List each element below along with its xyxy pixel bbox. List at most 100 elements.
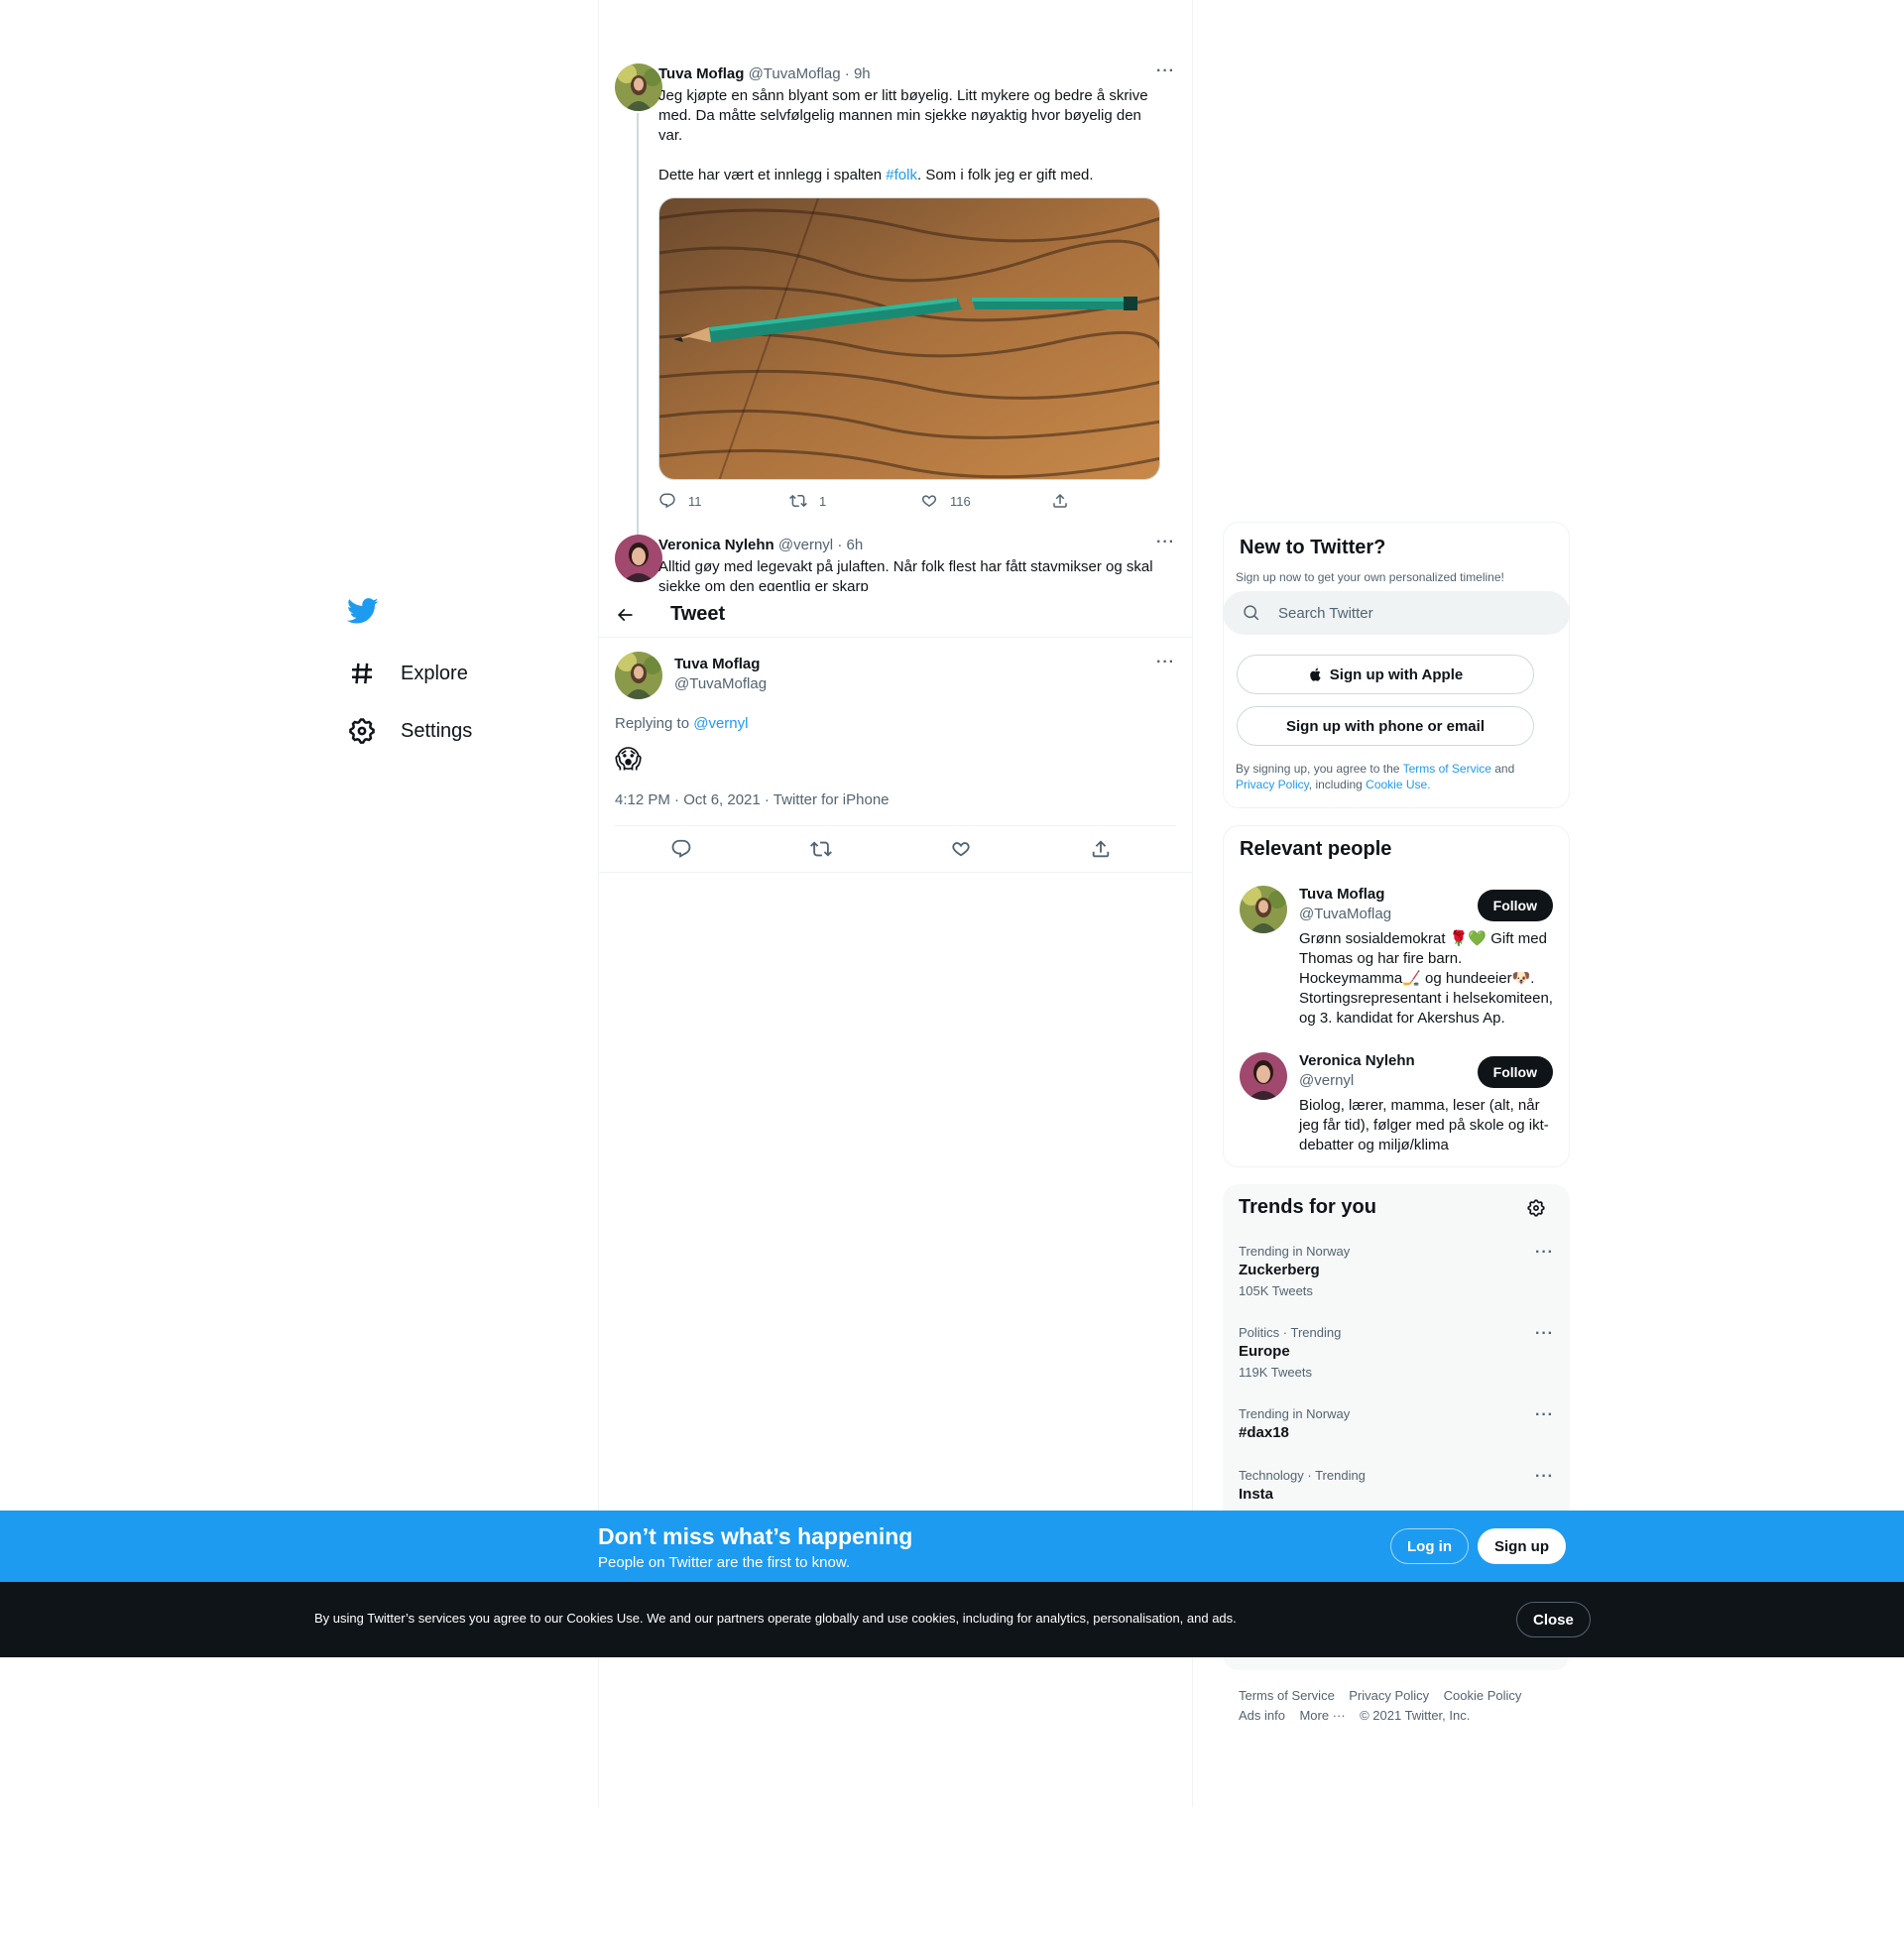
signup-apple-button[interactable]: Sign up with Apple [1237, 655, 1534, 694]
person-handle[interactable]: @TuvaMoflag [1299, 906, 1391, 922]
footer-terms-link[interactable]: Terms of Service [1239, 1688, 1335, 1703]
trend-context: Trending in Norway [1239, 1244, 1351, 1259]
relevant-people-title: Relevant people [1240, 838, 1392, 860]
signup-title: New to Twitter? [1240, 537, 1386, 558]
reply-count: 11 [688, 493, 702, 509]
footer-links: Terms of Service Privacy Policy Cookie P… [1239, 1688, 1521, 1703]
signup-phone-email-button[interactable]: Sign up with phone or email [1237, 706, 1534, 746]
trend-name: #dax18 [1239, 1424, 1289, 1441]
tweet-header: Veronica Nylehn @vernyl · 6h [658, 537, 863, 553]
replying-handle-link[interactable]: @vernyl [693, 715, 748, 732]
retweet-icon[interactable] [810, 838, 832, 860]
tweet-text-paragraph: Dette har vært et innlegg i spalten #fol… [658, 166, 1160, 185]
trend-item[interactable]: Trending in Norway #dax18 ··· [1239, 1406, 1554, 1441]
more-icon[interactable]: ··· [1535, 1244, 1554, 1262]
more-icon[interactable]: ··· [1535, 1325, 1554, 1343]
tweet-text: Jeg kjøpte en sånn blyant som er litt bø… [658, 86, 1160, 185]
heart-icon[interactable] [950, 838, 972, 860]
retweet-button[interactable]: 1 [789, 492, 826, 510]
reply-button[interactable]: 11 [658, 492, 702, 510]
gear-icon [347, 716, 377, 746]
more-icon[interactable]: ··· [1156, 534, 1175, 551]
share-icon [1053, 493, 1067, 508]
cookie-banner: By using Twitter’s services you agree to… [0, 1582, 1904, 1657]
twitter-logo-icon[interactable] [347, 595, 379, 627]
heart-icon [921, 495, 937, 507]
replying-prefix: Replying to [615, 715, 694, 732]
nav-settings[interactable]: Settings [347, 711, 472, 751]
person-name[interactable]: Veronica Nylehn [1299, 1052, 1415, 1069]
cookie-use-link[interactable]: Cookie Use. [1366, 778, 1430, 791]
login-button[interactable]: Log in [1390, 1528, 1469, 1564]
tweet-actions [615, 838, 1176, 862]
person-handle[interactable]: @vernyl [1299, 1072, 1354, 1089]
like-button[interactable]: 116 [920, 492, 971, 510]
banner-title: Don’t miss what’s happening [598, 1523, 913, 1549]
share-icon[interactable] [1090, 838, 1112, 860]
apple-icon [1308, 666, 1324, 682]
terms-link[interactable]: Terms of Service [1403, 762, 1491, 776]
footer-more-link[interactable]: More ··· [1299, 1708, 1345, 1723]
divider [615, 825, 1176, 826]
signup-legal: By signing up, you agree to the Terms of… [1236, 761, 1553, 792]
reply-icon [659, 493, 675, 509]
avatar[interactable] [615, 652, 662, 699]
hashtag-link[interactable]: #folk [886, 167, 917, 183]
avatar[interactable] [1240, 1052, 1287, 1100]
legal-text: and [1490, 762, 1515, 776]
trend-context: Politics · Trending [1239, 1325, 1342, 1340]
author-name[interactable]: Tuva Moflag [658, 65, 744, 82]
back-arrow-icon[interactable] [615, 605, 635, 625]
more-icon[interactable]: ··· [1535, 1468, 1554, 1486]
tweet-timestamp[interactable]: 4:12 PM · Oct 6, 2021 · Twitter for iPho… [615, 791, 890, 808]
follow-button[interactable]: Follow [1477, 890, 1553, 921]
banner-subtitle: People on Twitter are the first to know. [598, 1554, 851, 1571]
login-banner: Don’t miss what’s happening People on Tw… [0, 1511, 1904, 1582]
search-input[interactable] [1278, 591, 1546, 635]
close-button[interactable]: Close [1516, 1602, 1591, 1637]
privacy-link[interactable]: Privacy Policy [1236, 778, 1309, 791]
tweet-text-segment: Dette har vært et innlegg i spalten [658, 167, 887, 183]
tweet-header: Tuva Moflag @TuvaMoflag · 9h [658, 65, 871, 82]
author-handle[interactable]: @TuvaMoflag [749, 65, 841, 82]
more-icon[interactable]: ··· [1535, 1406, 1554, 1424]
tweet-time[interactable]: · 9h [845, 65, 871, 82]
more-icon[interactable]: ··· [1156, 654, 1175, 671]
footer-ads-link[interactable]: Ads info [1239, 1708, 1285, 1723]
share-button[interactable] [1051, 492, 1081, 510]
trend-item[interactable]: Politics · Trending Europe 119K Tweets ·… [1239, 1325, 1554, 1380]
gear-icon[interactable] [1526, 1198, 1546, 1218]
retweet-icon [789, 494, 807, 508]
page-title: Tweet [670, 603, 726, 625]
like-count: 116 [950, 493, 971, 509]
signup-button[interactable]: Sign up [1478, 1528, 1566, 1564]
trend-context: Technology · Trending [1239, 1468, 1366, 1483]
author-handle[interactable]: @vernyl [778, 537, 833, 553]
trend-count: 105K Tweets [1239, 1283, 1313, 1298]
more-icon[interactable]: ··· [1156, 62, 1175, 80]
reply-icon[interactable] [670, 838, 692, 860]
footer-cookie-link[interactable]: Cookie Policy [1444, 1688, 1522, 1703]
avatar[interactable] [1240, 886, 1287, 933]
trend-item[interactable]: Trending in Norway Zuckerberg 105K Tweet… [1239, 1244, 1554, 1298]
tweet-photo-pencil[interactable] [658, 197, 1160, 480]
tweet-page-header: Tweet [599, 593, 1192, 638]
tweet-time[interactable]: · 6h [837, 537, 863, 553]
avatar[interactable] [615, 535, 662, 582]
person-name[interactable]: Tuva Moflag [1299, 886, 1384, 903]
replying-to: Replying to @vernyl [615, 715, 748, 732]
search-icon [1243, 604, 1260, 622]
author-name[interactable]: Tuva Moflag [674, 656, 760, 672]
tweet-text: Alltid gøy med legevakt på julaften. Når… [658, 558, 1153, 591]
author-name[interactable]: Veronica Nylehn [658, 537, 774, 553]
footer-privacy-link[interactable]: Privacy Policy [1349, 1688, 1429, 1703]
follow-button[interactable]: Follow [1477, 1056, 1553, 1088]
thread-connector-line [637, 113, 639, 579]
search-bar[interactable] [1223, 591, 1570, 635]
author-handle[interactable]: @TuvaMoflag [674, 675, 767, 692]
avatar[interactable] [615, 63, 662, 111]
nav-settings-label: Settings [401, 719, 473, 742]
nav-explore[interactable]: Explore [347, 654, 468, 693]
signup-apple-label: Sign up with Apple [1329, 666, 1464, 683]
trend-item[interactable]: Technology · Trending Insta ··· [1239, 1468, 1554, 1503]
